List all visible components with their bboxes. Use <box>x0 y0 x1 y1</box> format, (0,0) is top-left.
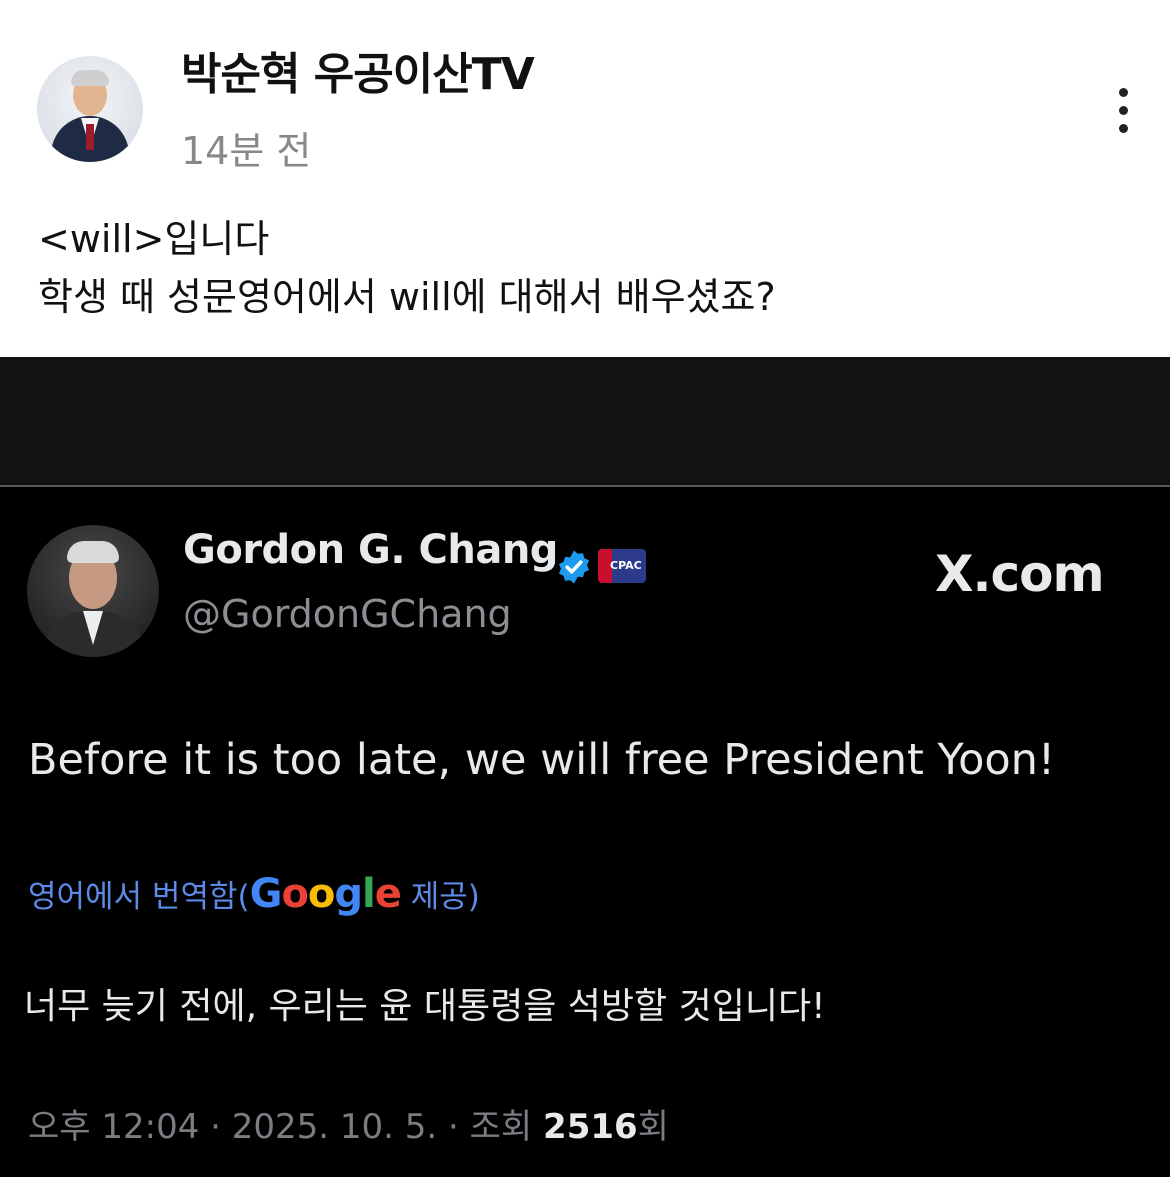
tweet-view-count: 2516 <box>543 1107 638 1147</box>
google-letter: e <box>374 871 402 917</box>
post-text: <will>입니다 학생 때 성문영어에서 will에 대해서 배우셨죠? <box>38 210 776 326</box>
tweet-author-avatar <box>27 525 159 657</box>
post-text-line: <will>입니다 <box>38 217 270 261</box>
cpac-badge-text: CPAC <box>610 559 642 572</box>
channel-avatar[interactable] <box>37 56 143 162</box>
tweet-time-date: 오후 12:04 · 2025. 10. 5. · 조회 <box>28 1107 544 1147</box>
translated-from-english-link[interactable]: 영어에서 번역함(Google 제공) <box>28 871 480 917</box>
tweet-translation: 너무 늦기 전에, 우리는 윤 대통령을 석방할 것입니다! <box>24 986 826 1027</box>
tweet-view-suffix: 회 <box>637 1107 669 1147</box>
tweet-author-name: Gordon G. Chang <box>183 527 558 573</box>
google-letter: g <box>334 871 363 917</box>
translated-prefix: 영어에서 번역함( <box>28 879 250 915</box>
x-com-label: X.com <box>935 545 1105 603</box>
google-letter: o <box>307 871 336 917</box>
tweet-handle: @GordonGChang <box>183 592 512 636</box>
google-letter: o <box>281 871 309 917</box>
image-top-band <box>0 357 1170 485</box>
translated-suffix: 제공) <box>400 879 480 915</box>
cpac-badge-icon: CPAC <box>598 549 646 583</box>
tweet-text: Before it is too late, we will free Pres… <box>28 735 1056 785</box>
tweet-meta: 오후 12:04 · 2025. 10. 5. · 조회 2516회 <box>28 1099 669 1148</box>
google-logo: Google <box>249 871 402 917</box>
post-timestamp: 14분 전 <box>181 129 312 173</box>
google-letter: l <box>362 871 376 917</box>
channel-name[interactable]: 박순혁 우공이산TV <box>181 38 535 102</box>
google-letter: G <box>249 871 283 917</box>
post-text-line: 학생 때 성문영어에서 will에 대해서 배우셨죠? <box>38 275 776 319</box>
tweet-screenshot: Gordon G. Chang CPAC @GordonGChang X.com… <box>0 487 1170 1177</box>
verified-badge-icon <box>559 550 589 584</box>
more-options-icon[interactable] <box>1103 80 1143 140</box>
post-header: 박순혁 우공이산TV 14분 전 <box>0 0 1170 200</box>
